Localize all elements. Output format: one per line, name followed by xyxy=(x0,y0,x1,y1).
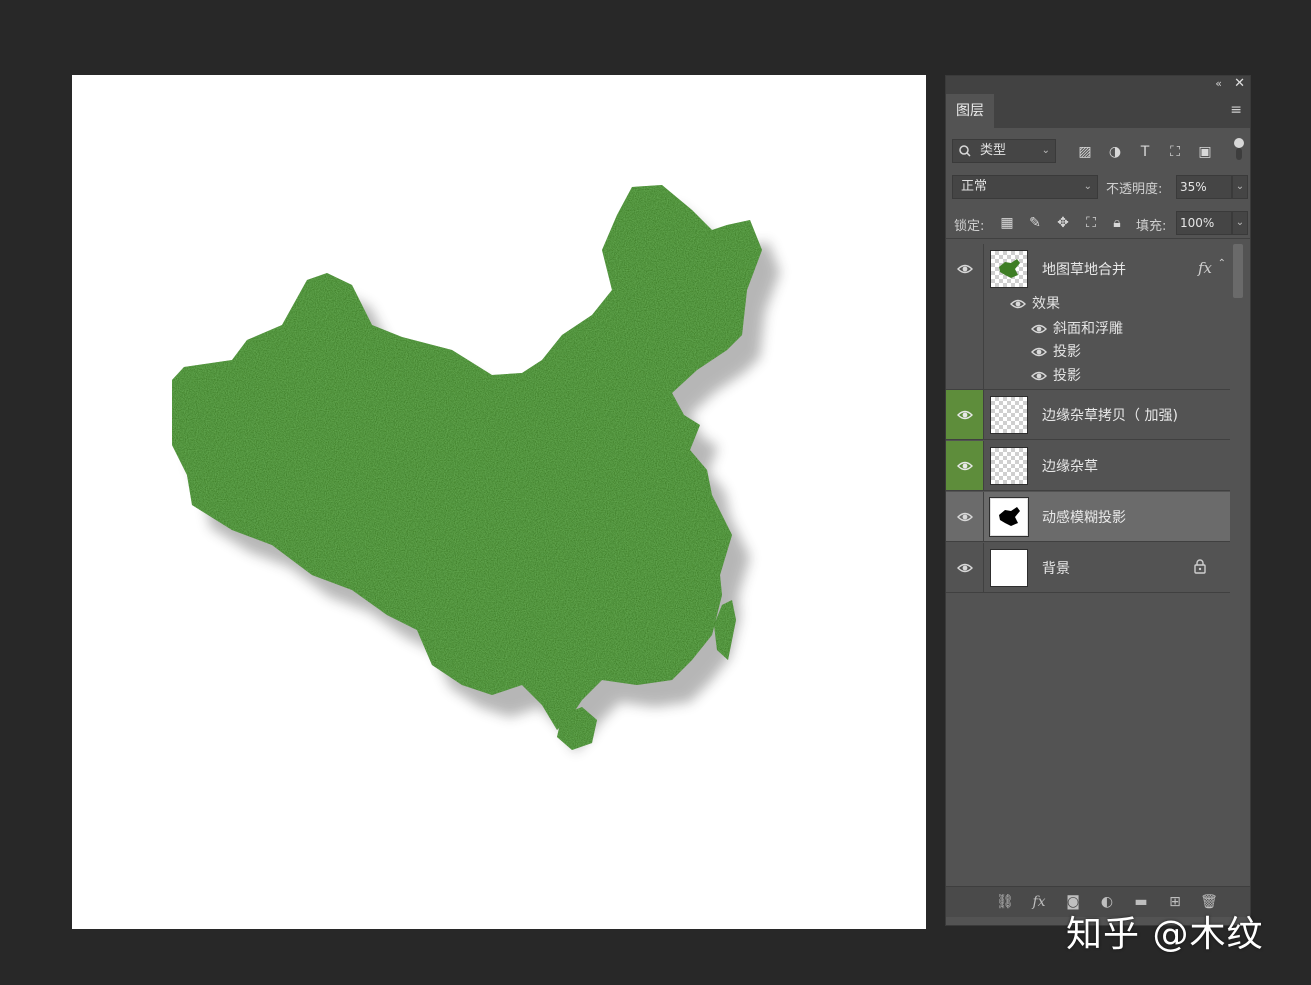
lock-icon xyxy=(1194,559,1206,574)
search-icon xyxy=(958,140,972,170)
close-panel-icon[interactable]: ✕ xyxy=(1234,76,1245,91)
layer-name[interactable]: 地图草地合并 xyxy=(1042,259,1126,279)
eye-icon xyxy=(1031,371,1047,381)
lock-position-icon[interactable]: ✥ xyxy=(1052,212,1074,234)
chevron-down-icon: ⌄ xyxy=(1041,145,1050,156)
grass-map-artwork xyxy=(172,185,780,752)
effect-label: 投影 xyxy=(1053,368,1081,384)
panel-tabbar: 图层 ≡ xyxy=(946,94,1250,128)
layer-thumbnail xyxy=(989,497,1029,537)
layers-list: 地图草地合并 fx ⌃ 效果 斜面和浮雕 投影 投影 边缘杂草拷贝（ 加强) 边… xyxy=(946,244,1230,596)
lock-transparency-icon[interactable]: ▦ xyxy=(996,212,1018,234)
fx-icon[interactable]: fx xyxy=(1198,259,1212,277)
effect-item[interactable]: 投影 xyxy=(1031,365,1081,385)
layer-name[interactable]: 边缘杂草拷贝（ 加强) xyxy=(1042,405,1178,425)
filter-kind-label: 类型 xyxy=(980,143,1007,158)
eye-icon[interactable] xyxy=(957,261,973,277)
tab-layers[interactable]: 图层 xyxy=(946,94,994,128)
fx-icon[interactable]: fx xyxy=(1028,891,1050,913)
lock-row: 锁定: ▦ ✎ ✥ ⛶ 🔒︎ 填充: 100% ⌄ xyxy=(946,208,1250,239)
effect-item[interactable]: 斜面和浮雕 xyxy=(1031,318,1123,338)
eye-icon[interactable] xyxy=(957,560,973,576)
visibility-cell[interactable] xyxy=(946,492,984,541)
panel-menu-icon[interactable]: ≡ xyxy=(1230,102,1242,118)
filter-kind-select[interactable]: 类型 ⌄ xyxy=(952,139,1056,163)
effect-item[interactable]: 投影 xyxy=(1031,341,1081,361)
layer-thumbnail xyxy=(990,549,1028,587)
document-canvas[interactable] xyxy=(72,75,926,929)
layers-panel: « ✕ 图层 ≡ 类型 ⌄ ▨ ◑ T ⛶ ▣ 正常 ⌄ 不透明度: 35% ⌄… xyxy=(945,75,1251,926)
eye-icon[interactable] xyxy=(957,509,973,525)
layer-row-edge-grass-copy[interactable]: 边缘杂草拷贝（ 加强) xyxy=(946,390,1230,440)
lock-label: 锁定: xyxy=(954,219,985,234)
image-icon[interactable]: ▨ xyxy=(1074,141,1096,163)
smart-object-icon[interactable]: ▣ xyxy=(1194,141,1216,163)
link-icon[interactable]: ⛓ xyxy=(994,891,1016,913)
layer-row-motion-blur-shadow[interactable]: 动感模糊投影 xyxy=(946,492,1230,542)
eye-icon xyxy=(1031,347,1047,357)
watermark: 知乎 @木纹 xyxy=(1066,914,1264,955)
layer-thumbnail xyxy=(990,447,1028,485)
effect-label: 斜面和浮雕 xyxy=(1053,321,1123,337)
effects-header[interactable]: 效果 xyxy=(1010,293,1060,313)
lock-artboard-icon[interactable]: ⛶ xyxy=(1080,212,1102,234)
blend-mode-value: 正常 xyxy=(961,179,988,194)
effects-label: 效果 xyxy=(1032,296,1060,312)
layer-name[interactable]: 动感模糊投影 xyxy=(1042,507,1126,527)
eye-icon[interactable] xyxy=(957,458,973,474)
blend-mode-select[interactable]: 正常 ⌄ xyxy=(952,175,1098,199)
fill-label: 填充: xyxy=(1136,219,1167,234)
layer-name[interactable]: 边缘杂草 xyxy=(1042,456,1098,476)
lock-all-icon[interactable]: 🔒︎ xyxy=(1106,212,1128,234)
effect-label: 投影 xyxy=(1053,344,1081,360)
opacity-label: 不透明度: xyxy=(1106,182,1163,197)
fill-dropdown-button[interactable]: ⌄ xyxy=(1232,211,1248,235)
layer-thumbnail xyxy=(990,250,1028,288)
lock-paint-icon[interactable]: ✎ xyxy=(1024,212,1046,234)
eye-icon[interactable] xyxy=(957,407,973,423)
eye-icon xyxy=(1010,299,1026,309)
panel-titlebar: « ✕ xyxy=(946,76,1250,94)
filter-toggle[interactable] xyxy=(1234,138,1244,160)
layer-row-background[interactable]: 背景 xyxy=(946,543,1230,593)
chevron-down-icon: ⌄ xyxy=(1083,181,1092,192)
chevron-up-icon[interactable]: ⌃ xyxy=(1218,258,1226,269)
opacity-input[interactable]: 35% xyxy=(1176,175,1232,199)
visibility-cell[interactable] xyxy=(946,244,984,389)
opacity-dropdown-button[interactable]: ⌄ xyxy=(1232,175,1248,199)
fill-input[interactable]: 100% xyxy=(1176,211,1232,235)
visibility-cell[interactable] xyxy=(946,543,984,592)
adjustment-icon[interactable]: ◑ xyxy=(1104,141,1126,163)
shape-icon[interactable]: ⛶ xyxy=(1164,141,1186,163)
blend-row: 正常 ⌄ 不透明度: 35% ⌄ xyxy=(946,172,1250,202)
visibility-cell[interactable] xyxy=(946,441,984,490)
eye-icon xyxy=(1031,324,1047,334)
layer-row-map-grass[interactable]: 地图草地合并 fx ⌃ 效果 斜面和浮雕 投影 投影 xyxy=(946,244,1230,390)
map-china-grass xyxy=(172,185,762,730)
visibility-cell[interactable] xyxy=(946,390,984,439)
type-icon[interactable]: T xyxy=(1134,141,1156,163)
collapse-panel-icon[interactable]: « xyxy=(1215,77,1222,90)
layer-name[interactable]: 背景 xyxy=(1042,558,1070,578)
layers-scrollbar[interactable] xyxy=(1233,244,1243,298)
layer-thumbnail xyxy=(990,396,1028,434)
layer-filter-row: 类型 ⌄ ▨ ◑ T ⛶ ▣ xyxy=(946,136,1250,166)
layer-row-edge-grass[interactable]: 边缘杂草 xyxy=(946,441,1230,491)
